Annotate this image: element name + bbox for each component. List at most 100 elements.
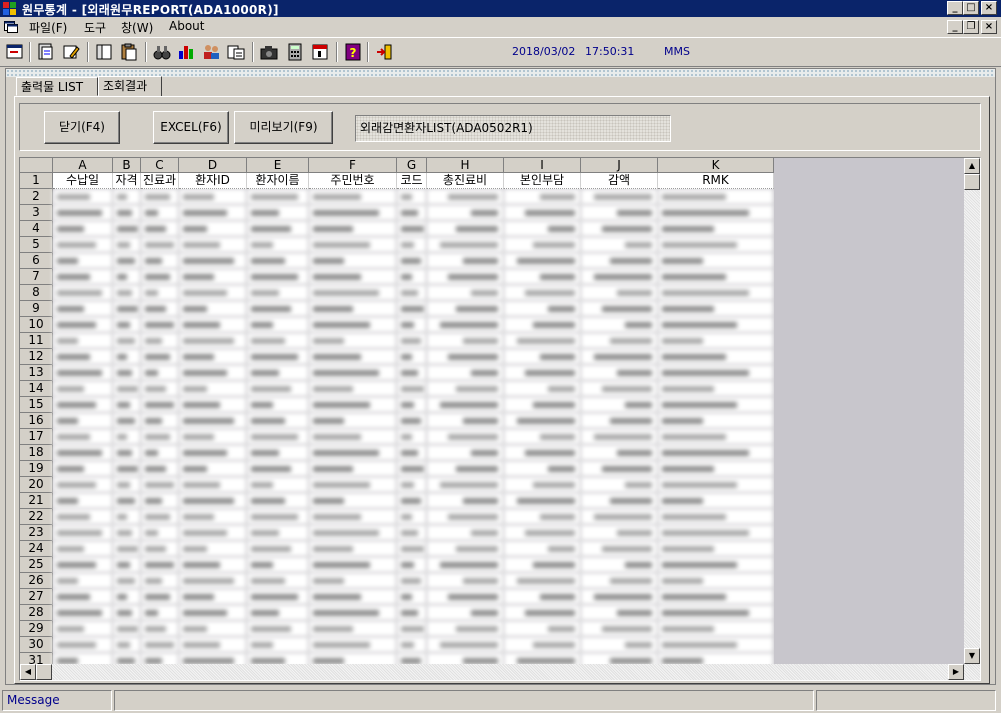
data-cell[interactable] <box>179 301 247 317</box>
data-cell[interactable] <box>141 637 179 653</box>
data-cell[interactable] <box>179 333 247 349</box>
data-cell[interactable] <box>658 205 774 221</box>
data-cell[interactable] <box>247 285 309 301</box>
data-cell[interactable] <box>504 573 581 589</box>
data-cell[interactable] <box>309 557 397 573</box>
data-cell[interactable] <box>179 285 247 301</box>
data-cell[interactable] <box>179 493 247 509</box>
row-header[interactable]: 7 <box>20 269 53 285</box>
data-cell[interactable] <box>53 301 113 317</box>
row-header[interactable]: 22 <box>20 509 53 525</box>
data-cell[interactable] <box>581 621 658 637</box>
data-cell[interactable] <box>141 541 179 557</box>
menu-tools[interactable]: 도구 <box>84 19 106 36</box>
data-cell[interactable] <box>53 605 113 621</box>
data-cell[interactable] <box>113 397 141 413</box>
data-cell[interactable] <box>53 477 113 493</box>
data-cell[interactable] <box>113 189 141 205</box>
data-cell[interactable] <box>179 413 247 429</box>
data-cell[interactable] <box>581 237 658 253</box>
data-cell[interactable] <box>53 637 113 653</box>
row-header[interactable]: 14 <box>20 381 53 397</box>
bar-chart-icon[interactable] <box>176 42 196 62</box>
row-header[interactable]: 10 <box>20 317 53 333</box>
data-cell[interactable] <box>658 477 774 493</box>
data-cell[interactable] <box>309 445 397 461</box>
data-cell[interactable] <box>53 525 113 541</box>
data-cell[interactable] <box>247 477 309 493</box>
scroll-right-button[interactable]: ▶ <box>948 664 964 680</box>
row-header[interactable]: 24 <box>20 541 53 557</box>
data-cell[interactable] <box>504 557 581 573</box>
data-cell[interactable] <box>113 269 141 285</box>
data-cell[interactable] <box>309 413 397 429</box>
data-cell[interactable] <box>427 333 504 349</box>
data-cell[interactable] <box>179 621 247 637</box>
data-cell[interactable] <box>397 269 427 285</box>
row-header[interactable]: 5 <box>20 237 53 253</box>
mdi-restore-button[interactable]: ❐ <box>963 20 979 34</box>
data-cell[interactable] <box>658 285 774 301</box>
column-header-h[interactable]: H <box>427 158 504 173</box>
column-header-f[interactable]: F <box>309 158 397 173</box>
data-cell[interactable] <box>309 461 397 477</box>
data-cell[interactable] <box>113 477 141 493</box>
data-cell[interactable] <box>397 285 427 301</box>
data-cell[interactable] <box>247 621 309 637</box>
scroll-thumb[interactable] <box>964 174 980 190</box>
data-cell[interactable] <box>581 541 658 557</box>
data-cell[interactable] <box>581 429 658 445</box>
data-cell[interactable] <box>53 285 113 301</box>
data-cell[interactable] <box>141 589 179 605</box>
camera-icon[interactable] <box>259 42 279 62</box>
data-cell[interactable] <box>309 301 397 317</box>
header-cell[interactable]: 본인부담 <box>504 173 581 189</box>
data-cell[interactable] <box>581 413 658 429</box>
data-cell[interactable] <box>247 221 309 237</box>
data-cell[interactable] <box>581 205 658 221</box>
data-cell[interactable] <box>427 381 504 397</box>
column-header-e[interactable]: E <box>247 158 309 173</box>
data-cell[interactable] <box>658 461 774 477</box>
data-cell[interactable] <box>397 205 427 221</box>
data-cell[interactable] <box>504 269 581 285</box>
row-header[interactable]: 29 <box>20 621 53 637</box>
edit-icon[interactable] <box>61 42 81 62</box>
data-cell[interactable] <box>309 285 397 301</box>
data-cell[interactable] <box>53 397 113 413</box>
data-cell[interactable] <box>658 349 774 365</box>
data-cell[interactable] <box>113 381 141 397</box>
data-cell[interactable] <box>504 333 581 349</box>
data-cell[interactable] <box>309 253 397 269</box>
exit-icon[interactable] <box>375 42 395 62</box>
data-cell[interactable] <box>179 461 247 477</box>
data-cell[interactable] <box>141 557 179 573</box>
row-header[interactable]: 21 <box>20 493 53 509</box>
data-cell[interactable] <box>53 269 113 285</box>
data-cell[interactable] <box>581 397 658 413</box>
data-cell[interactable] <box>427 397 504 413</box>
data-cell[interactable] <box>141 253 179 269</box>
row-header[interactable]: 25 <box>20 557 53 573</box>
data-cell[interactable] <box>113 621 141 637</box>
report-icon[interactable] <box>36 42 56 62</box>
data-cell[interactable] <box>141 221 179 237</box>
column-header-g[interactable]: G <box>397 158 427 173</box>
data-cell[interactable] <box>397 509 427 525</box>
data-cell[interactable] <box>427 285 504 301</box>
data-cell[interactable] <box>427 413 504 429</box>
data-cell[interactable] <box>427 589 504 605</box>
column-header-c[interactable]: C <box>141 158 179 173</box>
document-icon[interactable] <box>4 21 18 33</box>
data-cell[interactable] <box>397 413 427 429</box>
data-cell[interactable] <box>397 525 427 541</box>
row-header[interactable]: 11 <box>20 333 53 349</box>
data-cell[interactable] <box>309 317 397 333</box>
data-cell[interactable] <box>397 573 427 589</box>
data-cell[interactable] <box>397 493 427 509</box>
data-cell[interactable] <box>504 413 581 429</box>
data-cell[interactable] <box>504 525 581 541</box>
data-cell[interactable] <box>397 477 427 493</box>
data-cell[interactable] <box>504 397 581 413</box>
row-header[interactable]: 18 <box>20 445 53 461</box>
